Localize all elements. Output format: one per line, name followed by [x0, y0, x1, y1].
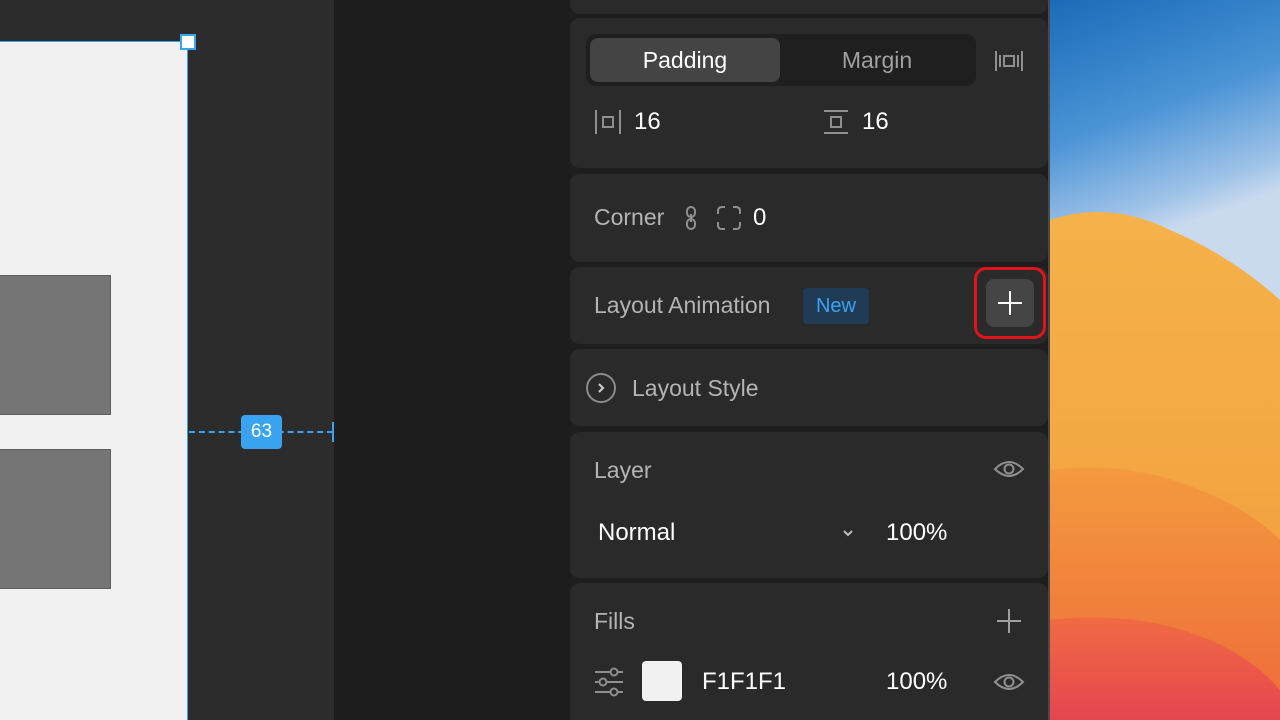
fills-section: Fills F1F1F1 100% [570, 583, 1048, 720]
add-layout-animation-button[interactable] [986, 279, 1034, 327]
layout-animation-section: Layout Animation New [570, 267, 1048, 344]
horizontal-padding-icon [595, 110, 621, 134]
resize-handle[interactable] [180, 34, 196, 50]
spacing-segmented-control: Padding Margin [586, 34, 976, 86]
plus-icon [998, 291, 1022, 315]
section-top [570, 0, 1048, 14]
corner-radius-value[interactable]: 0 [753, 204, 766, 232]
fill-opacity-value[interactable]: 100% [886, 668, 947, 696]
tab-margin[interactable]: Margin [782, 38, 972, 82]
eye-icon[interactable] [993, 458, 1025, 480]
independent-padding-icon[interactable] [994, 48, 1024, 74]
layout-style-section[interactable]: Layout Style [570, 349, 1048, 426]
vertical-padding-value: 16 [862, 108, 889, 135]
distance-badge: 63 [241, 415, 282, 449]
chevron-down-icon[interactable] [841, 526, 855, 540]
frame-child-block[interactable] [0, 275, 111, 415]
spacing-section: Padding Margin 16 16 [570, 18, 1048, 168]
vertical-padding-field[interactable]: 16 [822, 108, 889, 136]
eye-icon[interactable] [993, 671, 1025, 693]
canvas-gutter [334, 0, 570, 720]
tab-padding[interactable]: Padding [590, 38, 780, 82]
layer-label: Layer [594, 457, 652, 483]
design-canvas[interactable]: 63 [0, 0, 334, 720]
wallpaper-waves [1050, 212, 1280, 720]
horizontal-padding-value: 16 [634, 108, 661, 135]
chevron-right-icon[interactable] [586, 373, 616, 403]
inspector-panel: Padding Margin 16 16 Corner 0 Layout Ani… [570, 0, 1050, 720]
fills-label: Fills [594, 608, 635, 634]
corner-radius-icon [717, 206, 741, 230]
link-icon[interactable] [684, 205, 698, 231]
layer-opacity-value[interactable]: 100% [886, 519, 947, 547]
vertical-padding-icon [824, 110, 848, 134]
corner-section: Corner 0 [570, 174, 1048, 262]
corner-label: Corner [594, 204, 665, 230]
fill-hex-value[interactable]: F1F1F1 [702, 668, 786, 696]
layout-animation-label: Layout Animation [594, 292, 771, 318]
add-fill-icon[interactable] [995, 607, 1023, 635]
layer-section: Layer Normal 100% [570, 432, 1048, 578]
new-badge: New [803, 288, 869, 324]
layout-style-label: Layout Style [632, 375, 759, 401]
frame-child-block[interactable] [0, 449, 111, 589]
fill-color-swatch[interactable] [642, 661, 682, 701]
desktop-wallpaper [1050, 0, 1280, 720]
blend-mode-select[interactable]: Normal [598, 519, 675, 547]
horizontal-padding-field[interactable]: 16 [594, 108, 661, 136]
add-animation-highlight [974, 267, 1046, 339]
fill-settings-icon[interactable] [594, 666, 624, 698]
